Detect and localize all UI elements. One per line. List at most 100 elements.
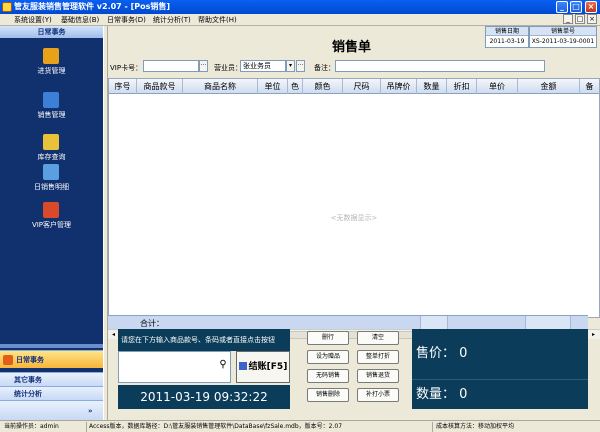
pos-panel: 请您在下方输入商品款号、条码或者直接点击按钮 ⚲ 结账[F5] 2011-03-… xyxy=(108,324,600,420)
mdi-restore-button[interactable]: □ xyxy=(575,14,585,24)
stock-icon xyxy=(43,134,59,150)
status-separator xyxy=(432,422,433,432)
menu-system[interactable]: 系统设置(Y) xyxy=(14,15,52,25)
checkout-button[interactable]: 结账[F5] xyxy=(236,351,290,383)
daily-detail-icon xyxy=(43,164,59,180)
menu-stats[interactable]: 统计分析(T) xyxy=(153,15,191,25)
col-header[interactable]: 数量 xyxy=(417,79,447,94)
chevron-double-right-icon: » xyxy=(88,407,93,415)
sidebar-section-label: 统计分析 xyxy=(14,390,42,398)
maximize-button[interactable]: □ xyxy=(570,1,582,13)
minimize-button[interactable]: _ xyxy=(556,1,568,13)
quantity-display: 数量： 0 xyxy=(412,379,588,409)
sale-no-box: 销售单号 XS-2011-03-19-0001 xyxy=(529,26,597,48)
mdi-minimize-button[interactable]: _ xyxy=(563,14,573,24)
window-title: 管友服装销售管理软件 v2.07 - [Pos销售] xyxy=(14,2,171,11)
delete-sale-button[interactable]: 销售删除 xyxy=(307,388,349,402)
col-header[interactable]: 商品名称 xyxy=(183,79,258,94)
col-header[interactable]: 尺码 xyxy=(343,79,381,94)
sidebar-section-stats[interactable]: 统计分析 xyxy=(0,386,103,400)
sidebar-section-label: 日常事务 xyxy=(16,356,44,364)
qty-value: 0 xyxy=(459,387,468,402)
price-value: 0 xyxy=(459,346,468,361)
clerk-select[interactable]: 张业务员 xyxy=(240,60,286,72)
vip-label: VIP卡号： xyxy=(110,64,143,72)
main-panel: 销售单 销售日期 2011-03-19 销售单号 XS-2011-03-19-0… xyxy=(108,26,600,420)
no-code-sale-button[interactable]: 无码销售 xyxy=(307,369,349,383)
menu-bar: 系统设置(Y) 基础信息(B) 日常事务(D) 统计分析(T) 帮助文件(H) xyxy=(0,14,600,26)
chevron-down-icon[interactable]: ▾ xyxy=(286,60,295,72)
clerk-label: 营业员： xyxy=(214,64,242,72)
close-button[interactable]: × xyxy=(585,1,597,13)
sidebar-header: 日常事务 xyxy=(0,26,103,38)
vip-card-input[interactable] xyxy=(143,60,199,72)
col-header[interactable]: 金额 xyxy=(518,79,580,94)
sidebar-item-daily-detail[interactable]: 日销售明细 xyxy=(0,160,103,200)
sidebar-item-label: 日销售明细 xyxy=(34,183,69,191)
note-label: 备注： xyxy=(314,64,335,72)
sidebar-item-label: VIP客户管理 xyxy=(31,221,72,229)
sidebar-item-label: 进货管理 xyxy=(37,67,66,75)
title-bar: 管友服装销售管理软件 v2.07 - [Pos销售] _ □ × xyxy=(0,0,600,14)
sales-icon xyxy=(43,92,59,108)
vip-browse-button[interactable]: ··· xyxy=(199,60,208,72)
note-input[interactable] xyxy=(335,60,545,72)
status-bar: 当前操作员：admin Access版本，数据库路径：D:\管友服装销售管理软件… xyxy=(0,420,600,432)
sale-no-value: XS-2011-03-19-0001 xyxy=(531,38,595,45)
menu-daily[interactable]: 日常事务(D) xyxy=(107,15,146,25)
col-header[interactable]: 备 xyxy=(580,79,599,94)
qty-label: 数量： xyxy=(416,387,456,402)
col-header[interactable]: 商品款号 xyxy=(137,79,183,94)
cash-register-icon xyxy=(238,362,247,370)
set-gift-button[interactable]: 设为赠品 xyxy=(307,350,349,364)
menu-basic-info[interactable]: 基础信息(B) xyxy=(61,15,99,25)
app-icon xyxy=(2,2,12,12)
sidebar-section-other[interactable]: 其它事务 xyxy=(0,372,103,386)
datetime-display: 2011-03-19 09:32:22 xyxy=(118,385,290,409)
status-operator: 当前操作员：admin xyxy=(4,423,59,430)
page-title: 销售单 xyxy=(332,40,372,55)
sales-grid[interactable]: 序号 商品款号 商品名称 单位 色 颜色 尺码 吊牌价 数量 折扣 单价 金额 … xyxy=(108,78,600,318)
purchase-icon xyxy=(43,48,59,64)
sidebar-item-sales[interactable]: 销售管理 xyxy=(0,88,103,128)
sidebar-section-label: 其它事务 xyxy=(14,376,42,384)
binoculars-icon[interactable]: ⚲ xyxy=(215,357,231,373)
col-header[interactable]: 色 xyxy=(288,79,303,94)
delete-row-button[interactable]: 删行 xyxy=(307,331,349,345)
sidebar-item-vip[interactable]: VIP客户管理 xyxy=(0,198,103,238)
sale-date-value: 2011-03-19 xyxy=(489,38,525,45)
vip-icon xyxy=(43,202,59,218)
col-header[interactable]: 颜色 xyxy=(303,79,343,94)
reprint-receipt-button[interactable]: 补打小票 xyxy=(357,388,399,402)
status-db-info: Access版本，数据库路径：D:\管友服装销售管理软件\DataBase\fz… xyxy=(89,423,343,430)
sidebar-splitter[interactable] xyxy=(0,344,103,348)
status-cost-method: 成本核算方法：移动加权平均 xyxy=(436,423,515,430)
daily-section-icon xyxy=(3,355,13,365)
clear-button[interactable]: 清空 xyxy=(357,331,399,345)
sidebar: 日常事务 进货管理 销售管理 库存查询 日销售明细 VIP客户管理 日常事务 其… xyxy=(0,26,103,420)
col-header[interactable]: 单价 xyxy=(477,79,518,94)
col-header[interactable]: 折扣 xyxy=(447,79,477,94)
empty-placeholder: <无数据显示> xyxy=(330,214,378,222)
grid-header: 序号 商品款号 商品名称 单位 色 颜色 尺码 吊牌价 数量 折扣 单价 金额 … xyxy=(109,79,599,94)
order-discount-button[interactable]: 整单打折 xyxy=(357,350,399,364)
menu-help[interactable]: 帮助文件(H) xyxy=(198,15,237,25)
price-display: 售价： 0 xyxy=(412,329,588,379)
col-header[interactable]: 吊牌价 xyxy=(381,79,417,94)
sidebar-item-purchase[interactable]: 进货管理 xyxy=(0,44,103,84)
sidebar-more-button[interactable]: » xyxy=(0,400,103,420)
sale-date-box: 销售日期 2011-03-19 xyxy=(485,26,529,48)
col-header[interactable]: 序号 xyxy=(109,79,137,94)
checkout-label: 结账[F5] xyxy=(248,362,288,372)
sidebar-section-daily[interactable]: 日常事务 xyxy=(0,350,103,368)
input-prompt: 请您在下方输入商品款号、条码或者直接点击按钮 xyxy=(118,329,290,351)
sale-no-label: 销售单号 xyxy=(530,27,596,36)
mdi-close-button[interactable]: × xyxy=(587,14,597,24)
col-header[interactable]: 单位 xyxy=(258,79,288,94)
sidebar-item-label: 销售管理 xyxy=(37,111,66,119)
sales-return-button[interactable]: 销售退货 xyxy=(357,369,399,383)
price-label: 售价： xyxy=(416,346,456,361)
status-separator xyxy=(86,422,87,432)
sale-date-label: 销售日期 xyxy=(486,27,528,36)
clerk-browse-button[interactable]: ··· xyxy=(296,60,305,72)
